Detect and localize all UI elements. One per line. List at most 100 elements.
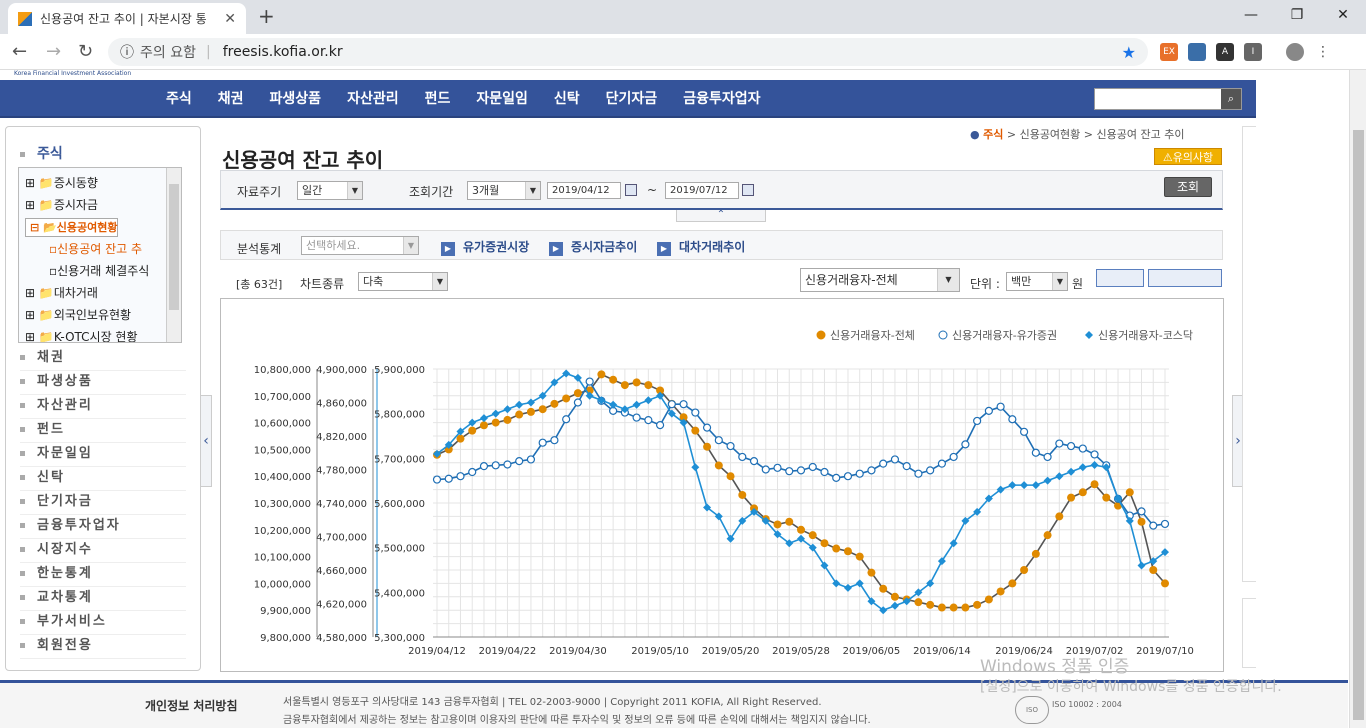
menu-icon[interactable]: ⋮	[1314, 43, 1332, 61]
close-window-icon[interactable]: ✕	[1320, 0, 1366, 30]
profile-avatar[interactable]	[1286, 43, 1304, 61]
maximize-icon[interactable]: ❐	[1274, 0, 1320, 30]
forward-icon[interactable]: →	[46, 41, 61, 62]
gnb-item[interactable]: 단기자금	[606, 80, 658, 118]
minimize-icon[interactable]: —	[1228, 0, 1274, 30]
notice-button[interactable]: ⚠유의사항	[1154, 148, 1222, 165]
calendar-icon[interactable]	[742, 184, 754, 196]
breadcrumb-mid[interactable]: > 신용공여현황	[1007, 128, 1080, 141]
lnb-item[interactable]: 파생상품	[20, 371, 186, 395]
data-point	[1090, 461, 1099, 470]
gnb-item[interactable]: 채권	[218, 80, 244, 118]
end-date-input[interactable]: 2019/07/12	[665, 182, 739, 199]
back-icon[interactable]: ←	[12, 41, 27, 62]
tree-node[interactable]: ⊞ 📁대차거래	[25, 284, 98, 301]
lnb-item[interactable]: 신탁	[20, 467, 186, 491]
gnb-item[interactable]: 주식	[166, 80, 192, 118]
data-point	[1067, 467, 1076, 476]
chart-view-icon[interactable]	[1096, 269, 1144, 287]
windows-watermark: Windows 정품 인증	[980, 657, 1130, 677]
gnb-item[interactable]: 신탁	[554, 80, 580, 118]
lnb-item[interactable]: 교차통계	[20, 587, 186, 611]
tree-node[interactable]: ▫신용거래 체결주식	[49, 262, 149, 279]
gnb-item[interactable]: 자산관리	[347, 80, 399, 118]
lnb-item[interactable]: 금융투자업자	[20, 515, 186, 539]
search-icon[interactable]: ⌕	[1221, 89, 1241, 109]
tree-node[interactable]: ⊞ 📁K-OTC시장 현황	[25, 328, 138, 342]
bookmark-star-icon[interactable]: ★	[1122, 43, 1136, 62]
extension-icon[interactable]: I	[1244, 43, 1262, 61]
data-point	[785, 517, 794, 526]
privacy-policy-link[interactable]: 개인정보 처리방침	[145, 697, 238, 714]
tree-node[interactable]: ⊞ 📁증시동향	[25, 174, 98, 191]
new-tab-icon[interactable]: +	[258, 4, 275, 28]
data-point	[879, 584, 888, 593]
tree-node[interactable]: ⊞ 📁증시자금	[25, 196, 98, 213]
extension-icon[interactable]: A	[1216, 43, 1234, 61]
link-lending-trend[interactable]: 대차거래추이	[657, 238, 745, 256]
lnb-item[interactable]: 채권	[20, 347, 186, 371]
calendar-icon[interactable]	[625, 184, 637, 196]
y-tick-label: 5,400,000	[374, 588, 425, 599]
tree-node-current[interactable]: ▫신용공여 잔고 추	[49, 240, 142, 257]
data-point	[1019, 427, 1029, 436]
extension-icon[interactable]	[1188, 43, 1206, 61]
data-point	[1055, 512, 1064, 521]
site-favicon-icon	[18, 11, 32, 26]
tree-scrollbar[interactable]	[166, 168, 181, 342]
analysis-select[interactable]: 선택하세요. ▼	[301, 236, 419, 255]
unit-select[interactable]: 백만 ▼	[1006, 272, 1068, 291]
data-point	[644, 415, 653, 425]
lnb-item[interactable]: 한눈통계	[20, 563, 186, 587]
site-search-input[interactable]: ⌕	[1094, 88, 1242, 110]
data-point	[503, 460, 512, 469]
data-point	[984, 595, 993, 604]
tree-node-open[interactable]: ⊟ 📂신용공여현황	[25, 218, 119, 237]
tree-node[interactable]: ⊞ 📁외국인보유현황	[25, 306, 131, 323]
gnb-item[interactable]: 펀드	[425, 80, 451, 118]
iso-seal-icon: ISO	[1015, 696, 1049, 724]
data-point	[761, 465, 770, 474]
table-view-icon[interactable]	[1148, 269, 1222, 287]
search-button[interactable]: 조회	[1164, 177, 1212, 197]
gnb-item[interactable]: 자문일임	[476, 80, 528, 118]
lnb-title[interactable]: 주식	[20, 143, 63, 163]
collapse-filter-toggle[interactable]: ⌃	[676, 210, 766, 222]
range-select[interactable]: 3개월 ▼	[467, 181, 541, 200]
info-icon[interactable]: ⓘ	[120, 42, 134, 62]
chart-area: 10,800,000 10,700,000 10,600,000 10,500,000…	[220, 298, 1224, 672]
lnb-item[interactable]: 펀드	[20, 419, 186, 443]
lnb-item[interactable]: 회원전용	[20, 635, 186, 659]
period-select[interactable]: 일간 ▼	[297, 181, 363, 200]
data-point	[479, 462, 489, 471]
gnb-item[interactable]: 금융투자업자	[683, 80, 760, 118]
breadcrumb-root[interactable]: 주식	[983, 128, 1003, 141]
collapse-left-button[interactable]: ‹	[200, 395, 212, 487]
browser-tab[interactable]: 신용공여 잔고 추이 | 자본시장 통 ✕	[8, 3, 246, 34]
site-logo[interactable]: Korea Financial Investment Association	[14, 70, 131, 77]
data-point	[773, 463, 782, 472]
data-point	[1137, 517, 1146, 526]
lnb-item[interactable]: 시장지수	[20, 539, 186, 563]
data-point	[820, 561, 829, 570]
url-bar[interactable]: ⓘ 주의 요함 | freesis.kofia.or.kr ★	[108, 38, 1148, 66]
link-fund-trend[interactable]: 증시자금추이	[549, 238, 637, 256]
lnb-item[interactable]: 단기자금	[20, 491, 186, 515]
chart-type-select[interactable]: 다축 ▼	[358, 272, 448, 291]
gnb-item[interactable]: 파생상품	[270, 80, 322, 118]
y-tick-label: 9,900,000	[260, 606, 311, 617]
lnb-item[interactable]: 자산관리	[20, 395, 186, 419]
data-point	[538, 438, 547, 447]
page-scrollbar[interactable]	[1349, 70, 1366, 728]
reload-icon[interactable]: ↻	[78, 41, 93, 62]
close-tab-icon[interactable]: ✕	[224, 11, 236, 27]
lnb-item[interactable]: 부가서비스	[20, 611, 186, 635]
legend-marker	[938, 330, 948, 340]
right-panel	[1242, 126, 1256, 582]
extension-icon[interactable]: EX	[1160, 43, 1178, 61]
start-date-input[interactable]: 2019/04/12	[547, 182, 621, 199]
link-kospi[interactable]: 유가증권시장	[441, 238, 529, 256]
series-select[interactable]: 신용거래융자-전체 ▼	[800, 268, 960, 292]
lnb-item[interactable]: 자문일임	[20, 443, 186, 467]
data-point	[855, 579, 864, 588]
